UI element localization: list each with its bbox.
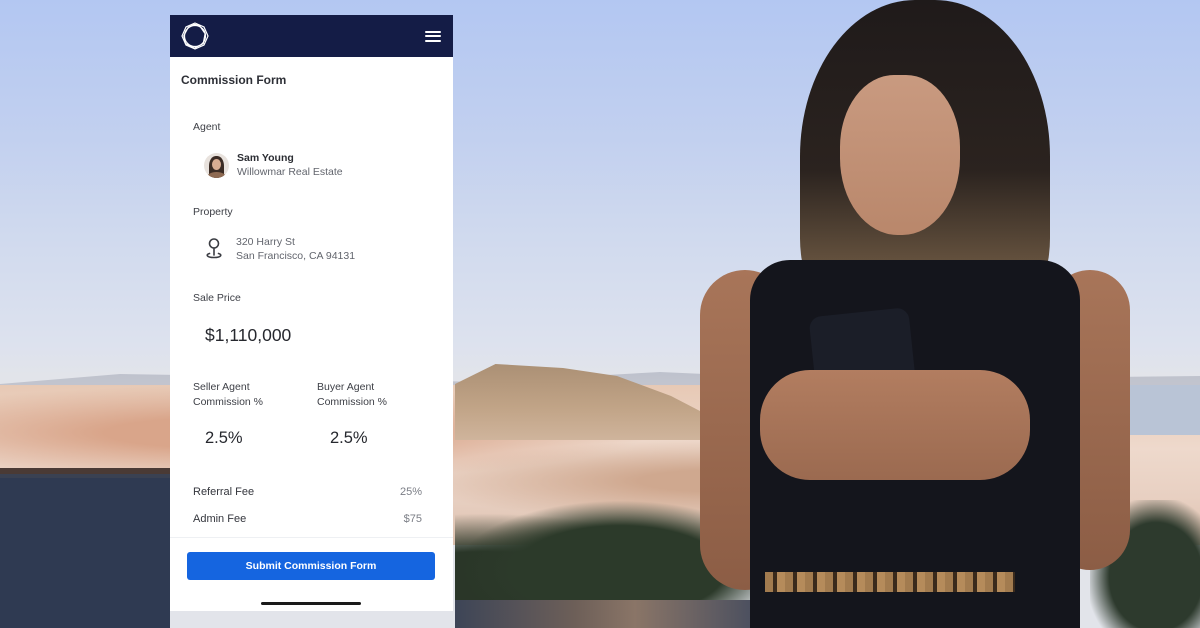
property-address-line2: San Francisco, CA 94131 (236, 250, 356, 262)
buyer-commission-label: Buyer Agent Commission % (317, 381, 388, 408)
admin-fee-row: Admin Fee $75 (193, 513, 422, 525)
agent-selector[interactable]: Sam Young Willowmar Real Estate (204, 151, 343, 179)
leopard-belt (765, 572, 1015, 592)
agent-name: Sam Young (237, 152, 294, 164)
divider (170, 537, 453, 538)
referral-fee-label: Referral Fee (193, 486, 255, 498)
sale-price-field[interactable]: $1,110,000 (205, 325, 291, 346)
buyer-commission-field[interactable]: 2.5% (330, 429, 368, 448)
page-title: Commission Form (181, 73, 287, 87)
agent-company: Willowmar Real Estate (237, 166, 343, 178)
fence (0, 468, 170, 628)
avatar (204, 152, 229, 178)
hamburger-menu-icon[interactable] (425, 28, 441, 44)
agent-label: Agent (193, 121, 221, 133)
person-using-phone (690, 0, 1150, 628)
sale-price-label: Sale Price (193, 292, 241, 304)
admin-fee-value: $75 (403, 513, 422, 525)
property-selector[interactable]: 320 Harry St San Francisco, CA 94131 (204, 235, 355, 263)
property-address-line1: 320 Harry St (236, 236, 295, 248)
home-indicator[interactable] (261, 602, 361, 605)
map-pin-icon (206, 238, 222, 259)
referral-fee-row: Referral Fee 25% (193, 486, 422, 498)
property-label: Property (193, 206, 233, 218)
admin-fee-label: Admin Fee (193, 513, 247, 525)
commission-form-screen: Commission Form Agent Sam Young Willowma… (170, 15, 453, 611)
seller-commission-field[interactable]: 2.5% (205, 429, 243, 448)
ring-logo-icon[interactable] (180, 21, 210, 51)
app-header (170, 15, 453, 57)
submit-commission-form-button[interactable]: Submit Commission Form (187, 552, 435, 580)
referral-fee-value: 25% (399, 486, 422, 498)
seller-commission-label: Seller Agent Commission % (193, 381, 264, 408)
